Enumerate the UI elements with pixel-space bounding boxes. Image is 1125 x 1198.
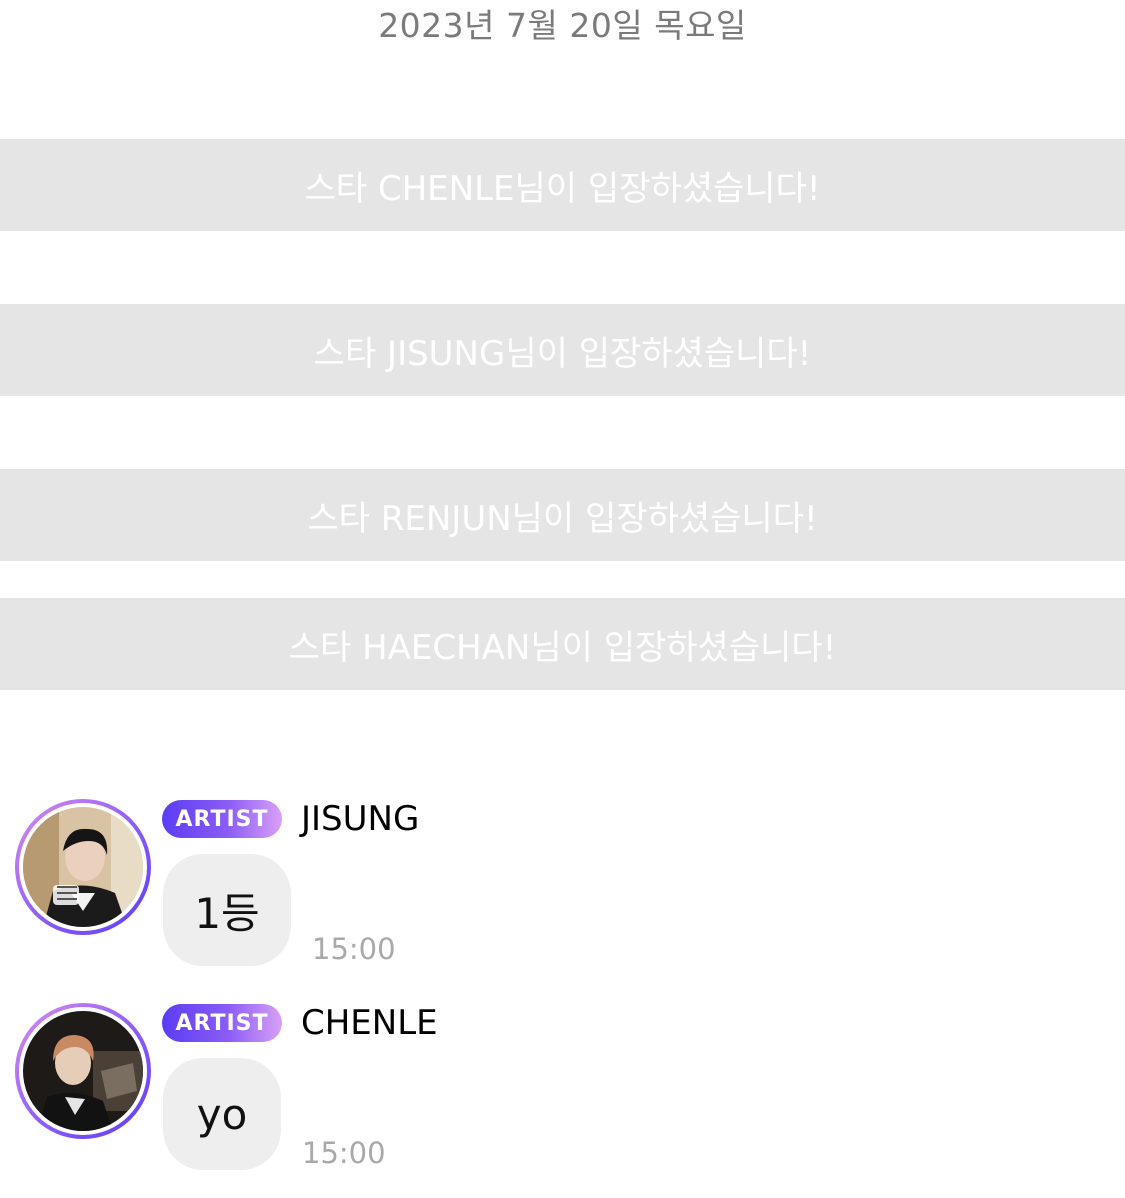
- avatar-photo: [23, 1011, 143, 1131]
- message-bubble[interactable]: yo: [163, 1058, 281, 1170]
- artist-badge: ARTIST: [162, 800, 282, 838]
- entry-notice-renjun: 스타 RENJUN님이 입장하셨습니다!: [0, 469, 1125, 561]
- entry-notice-text: 스타 JISUNG님이 입장하셨습니다!: [313, 333, 812, 374]
- message-time: 15:00: [302, 1136, 386, 1170]
- message-time: 15:00: [312, 932, 396, 966]
- entry-notice-text: 스타 RENJUN님이 입장하셨습니다!: [307, 498, 818, 539]
- date-header: 2023년 7월 20일 목요일: [378, 6, 747, 45]
- entry-notice-jisung: 스타 JISUNG님이 입장하셨습니다!: [0, 304, 1125, 396]
- entry-notice-text: 스타 CHENLE님이 입장하셨습니다!: [304, 168, 821, 209]
- message-text: 1등: [194, 888, 260, 938]
- message-text: yo: [196, 1089, 248, 1139]
- avatar-chenle[interactable]: [15, 1003, 151, 1139]
- entry-notice-chenle: 스타 CHENLE님이 입장하셨습니다!: [0, 139, 1125, 231]
- entry-notice-haechan: 스타 HAECHAN님이 입장하셨습니다!: [0, 598, 1125, 690]
- sender-name[interactable]: JISUNG: [301, 799, 419, 839]
- message-bubble[interactable]: 1등: [163, 854, 291, 966]
- avatar-jisung[interactable]: [15, 799, 151, 935]
- avatar-photo: [23, 807, 143, 927]
- entry-notice-text: 스타 HAECHAN님이 입장하셨습니다!: [288, 627, 837, 668]
- sender-name[interactable]: CHENLE: [301, 1003, 438, 1043]
- artist-badge: ARTIST: [162, 1004, 282, 1042]
